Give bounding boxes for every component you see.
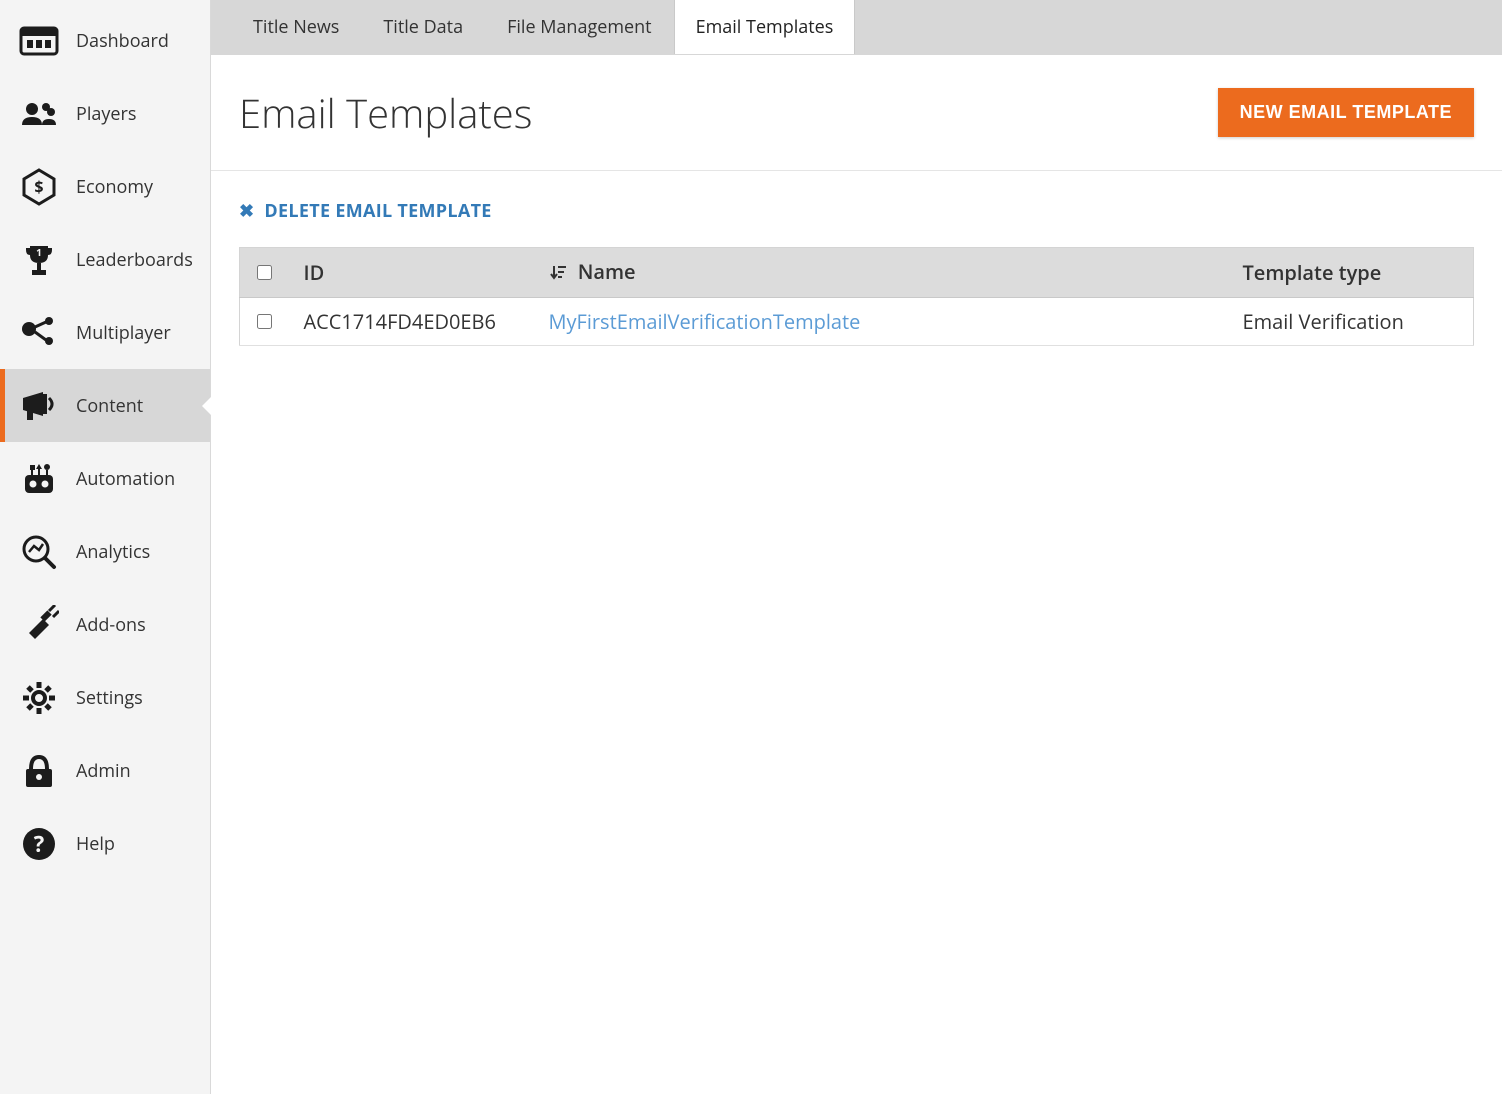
content-body: ✖ DELETE EMAIL TEMPLATE ID Name Templ (211, 171, 1502, 374)
sidebar-item-players[interactable]: Players (0, 77, 210, 150)
table-row: ACC1714FD4ED0EB6 MyFirstEmailVerificatio… (240, 298, 1474, 346)
analytics-icon (17, 530, 61, 574)
row-type: Email Verification (1229, 298, 1474, 346)
row-name-cell: MyFirstEmailVerificationTemplate (535, 298, 1229, 346)
sidebar-label-automation: Automation (76, 467, 175, 491)
sidebar-item-help[interactable]: ? Help (0, 807, 210, 880)
row-id: ACC1714FD4ED0EB6 (290, 298, 535, 346)
tab-title-news[interactable]: Title News (231, 0, 361, 54)
players-icon (17, 92, 61, 136)
tab-title-data[interactable]: Title Data (361, 0, 485, 54)
header-name[interactable]: Name (535, 248, 1229, 298)
page-header: Email Templates NEW EMAIL TEMPLATE (211, 55, 1502, 171)
admin-icon (17, 749, 61, 793)
sidebar-label-admin: Admin (76, 759, 131, 783)
delete-action-label: DELETE EMAIL TEMPLATE (264, 199, 491, 223)
row-checkbox-cell (240, 298, 290, 346)
sidebar-label-content: Content (76, 394, 143, 418)
sidebar-label-leaderboards: Leaderboards (76, 248, 193, 272)
sidebar-label-economy: Economy (76, 175, 153, 199)
sidebar-item-analytics[interactable]: Analytics (0, 515, 210, 588)
sidebar-label-addons: Add-ons (76, 613, 146, 637)
sidebar-label-analytics: Analytics (76, 540, 150, 564)
tabs-bar: Title News Title Data File Management Em… (211, 0, 1502, 55)
multiplayer-icon (17, 311, 61, 355)
sidebar-item-addons[interactable]: Add-ons (0, 588, 210, 661)
page-title: Email Templates (239, 85, 532, 140)
sidebar-item-dashboard[interactable]: Dashboard (0, 4, 210, 77)
header-id[interactable]: ID (290, 248, 535, 298)
close-icon: ✖ (239, 199, 254, 223)
new-email-template-button[interactable]: NEW EMAIL TEMPLATE (1218, 88, 1474, 137)
automation-icon (17, 457, 61, 501)
sidebar-label-dashboard: Dashboard (76, 29, 169, 53)
sidebar-item-multiplayer[interactable]: Multiplayer (0, 296, 210, 369)
leaderboards-icon: 1 (17, 238, 61, 282)
addons-icon (17, 603, 61, 647)
main-content: Title News Title Data File Management Em… (211, 0, 1502, 1094)
svg-text:?: ? (34, 829, 45, 859)
delete-email-template-link[interactable]: ✖ DELETE EMAIL TEMPLATE (239, 199, 492, 223)
sidebar-item-automation[interactable]: Automation (0, 442, 210, 515)
tab-file-management[interactable]: File Management (485, 0, 674, 54)
header-checkbox-cell (240, 248, 290, 298)
sidebar-item-economy[interactable]: $ Economy (0, 150, 210, 223)
tab-email-templates[interactable]: Email Templates (674, 0, 856, 54)
settings-icon (17, 676, 61, 720)
row-checkbox[interactable] (257, 314, 272, 329)
dashboard-icon (17, 19, 61, 63)
templates-table: ID Name Template type ACC1714FD4ED0EB6 (239, 247, 1474, 346)
sidebar: Dashboard Players $ Economy 1 Leaderboar… (0, 0, 211, 1094)
table-header-row: ID Name Template type (240, 248, 1474, 298)
sidebar-item-admin[interactable]: Admin (0, 734, 210, 807)
header-type[interactable]: Template type (1229, 248, 1474, 298)
svg-text:1: 1 (36, 245, 42, 259)
sidebar-label-multiplayer: Multiplayer (76, 321, 171, 345)
sidebar-label-players: Players (76, 102, 136, 126)
sidebar-item-settings[interactable]: Settings (0, 661, 210, 734)
template-name-link[interactable]: MyFirstEmailVerificationTemplate (549, 308, 861, 335)
svg-text:$: $ (34, 176, 43, 198)
sidebar-label-help: Help (76, 832, 115, 856)
sort-icon (549, 260, 567, 287)
economy-icon: $ (17, 165, 61, 209)
sidebar-item-content[interactable]: Content (0, 369, 210, 442)
sidebar-item-leaderboards[interactable]: 1 Leaderboards (0, 223, 210, 296)
select-all-checkbox[interactable] (257, 265, 272, 280)
header-name-text: Name (578, 258, 636, 285)
content-icon (17, 384, 61, 428)
help-icon: ? (17, 822, 61, 866)
sidebar-label-settings: Settings (76, 686, 143, 710)
